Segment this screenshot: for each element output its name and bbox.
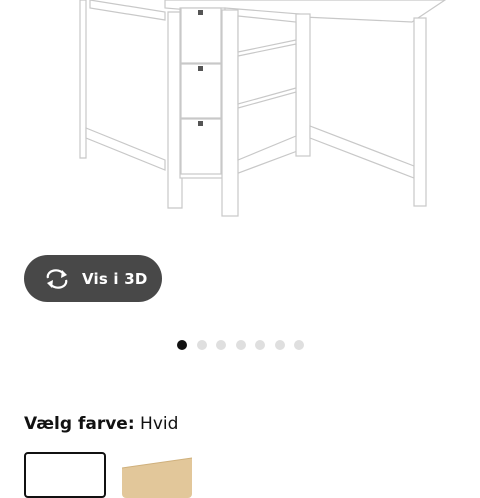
carousel-dot[interactable] (216, 340, 226, 350)
color-picker-label: Vælg farve: Hvid (24, 414, 178, 434)
swatch-birch[interactable] (122, 452, 192, 498)
view-in-3d-label: Vis i 3D (82, 269, 148, 288)
swatch-white[interactable] (24, 452, 106, 498)
carousel-dot[interactable] (196, 340, 207, 350)
carousel-dot[interactable] (274, 340, 285, 350)
color-label-key: Vælg farve: (24, 414, 135, 434)
product-image[interactable] (0, 0, 480, 240)
carousel-dot[interactable] (177, 340, 187, 350)
carousel-pagination (177, 340, 304, 350)
view-in-3d-button[interactable]: Vis i 3D (24, 255, 162, 302)
color-swatches (24, 452, 192, 498)
carousel-dot[interactable] (235, 340, 246, 350)
carousel-dot[interactable] (294, 340, 304, 350)
carousel-dot[interactable] (255, 340, 265, 350)
color-label-value: Hvid (140, 414, 179, 434)
rotate-3d-icon (44, 268, 70, 289)
